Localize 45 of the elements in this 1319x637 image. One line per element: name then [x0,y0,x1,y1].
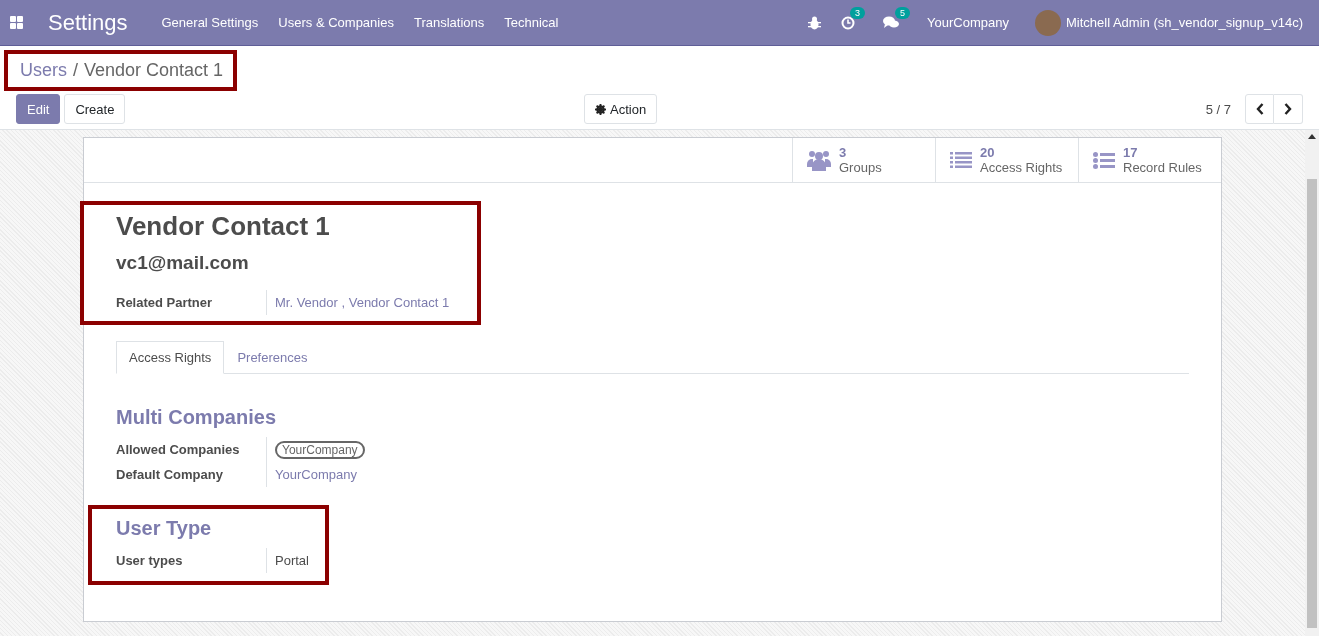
menu-item[interactable]: Technical [494,15,569,30]
bullet-list-icon [1093,151,1115,169]
edit-button[interactable]: Edit [16,94,61,124]
create-button[interactable]: Create [64,94,126,124]
scrollbar-thumb[interactable] [1307,179,1317,628]
users-icon [807,149,831,171]
field-label: User types [116,548,267,573]
action-button[interactable]: Action [584,94,658,124]
pager-counter: 5 / 7 [1205,101,1231,117]
record-name: Vendor Contact 1 [116,211,331,242]
gear-icon [595,103,606,115]
chevron-left-icon [1255,103,1264,115]
menu-item[interactable]: Users & Companies [268,15,404,30]
tab[interactable]: Preferences [224,341,321,374]
apps-grid-icon[interactable] [10,16,23,29]
field-value: Portal [275,553,309,568]
menu-item[interactable]: General Settings [151,15,269,30]
next-button[interactable] [1274,94,1303,124]
company-switcher[interactable]: YourCompany [927,15,1009,30]
previous-button[interactable] [1245,94,1274,124]
scroll-up-icon[interactable] [1308,134,1316,139]
tab[interactable]: Access Rights [116,341,225,374]
chat-bubbles-icon[interactable] [883,16,900,29]
field-label: Default Company [116,462,267,487]
breadcrumb-link[interactable]: Users [20,60,67,81]
field-label: Related Partner [116,290,267,315]
field-label: Allowed Companies [116,437,267,462]
message-count-badge: 5 [895,7,911,19]
company-tag: YourCompany [275,440,365,459]
field-link[interactable]: YourCompany [275,467,357,482]
field-link[interactable]: Mr. Vendor , Vendor Contact 1 [275,295,450,310]
record-email: vc1@mail.com [116,252,250,274]
user-menu[interactable]: Mitchell Admin (sh_vendor_signup_v14c) [1066,15,1303,30]
clock-icon[interactable] [841,15,856,30]
bug-icon[interactable] [808,15,822,30]
section-title: Multi Companies [116,406,277,429]
section-title: User Type [116,517,213,540]
app-title: Settings [48,9,128,36]
activity-count-badge: 3 [850,6,866,19]
list-icon [950,152,972,168]
breadcrumb-separator: / [73,60,79,81]
breadcrumb-current: Vendor Contact 1 [84,60,224,81]
scrollbar[interactable] [1305,130,1319,636]
chevron-right-icon [1284,103,1292,115]
menu-item[interactable]: Translations [403,15,495,30]
